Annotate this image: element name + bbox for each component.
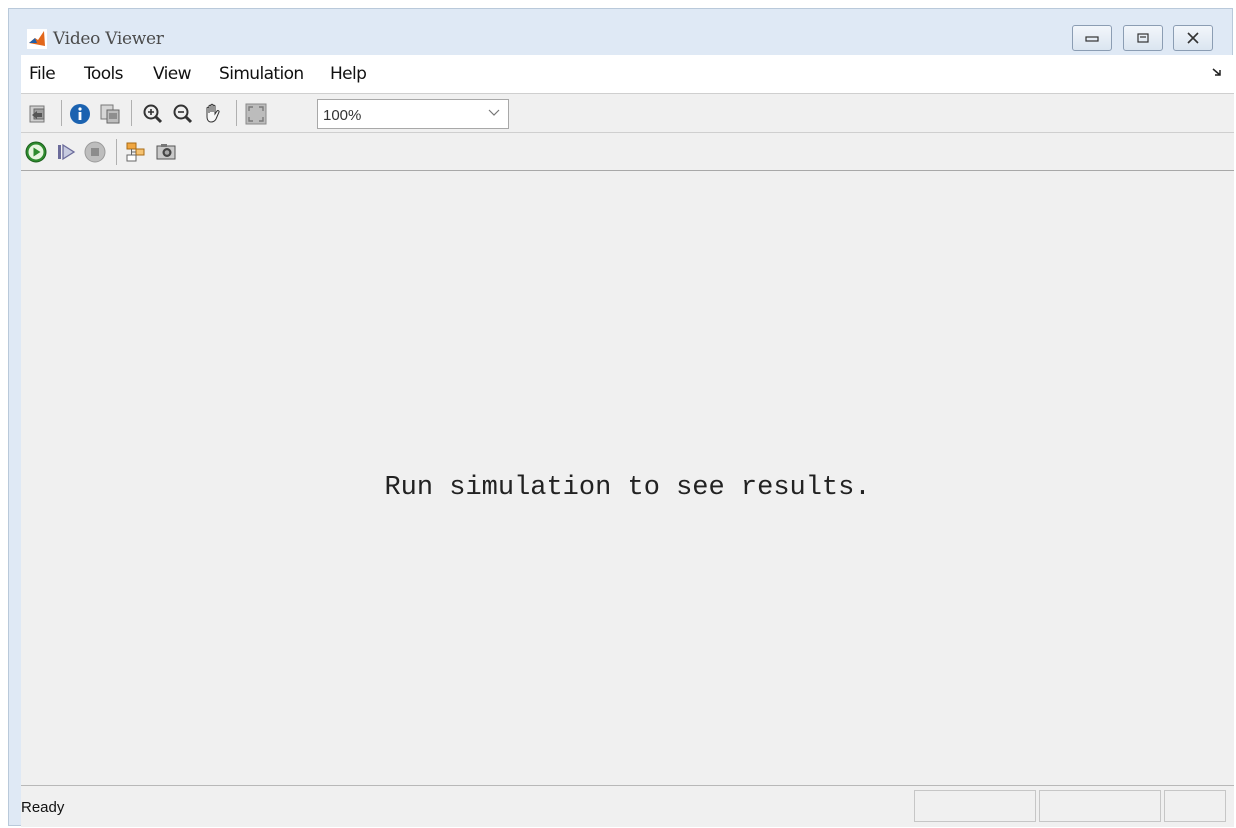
restore-icon	[1137, 33, 1149, 43]
menu-file[interactable]: File	[29, 64, 56, 84]
menu-bar: File Tools View Simulation Help	[21, 55, 1234, 93]
zoom-select[interactable]: 100%	[317, 99, 509, 129]
title-bar[interactable]: Video Viewer	[9, 9, 1232, 55]
fit-to-view-icon[interactable]	[245, 103, 267, 125]
zoom-in-icon[interactable]	[142, 103, 164, 125]
zoom-value: 100%	[323, 107, 362, 124]
close-button[interactable]	[1173, 25, 1213, 51]
toolbar-separator	[61, 100, 62, 126]
highlight-block-icon[interactable]	[125, 141, 147, 163]
status-bar: Ready	[21, 785, 1234, 827]
chevron-down-icon	[488, 109, 500, 116]
maximize-button[interactable]	[1123, 25, 1163, 51]
video-viewer-window: Video Viewer File Tools View Simulation …	[8, 8, 1234, 827]
status-cell	[1039, 790, 1161, 822]
print-icon[interactable]	[27, 103, 49, 125]
step-forward-icon[interactable]	[55, 141, 77, 163]
menu-view[interactable]: View	[153, 64, 192, 84]
export-icon[interactable]	[99, 103, 121, 125]
toolbar-main: 100%	[21, 93, 1234, 133]
toolbar-separator	[116, 139, 117, 165]
zoom-out-icon[interactable]	[172, 103, 194, 125]
toolbar-separator	[236, 100, 237, 126]
menu-simulation[interactable]: Simulation	[219, 64, 304, 84]
undock-arrow-icon[interactable]	[1212, 67, 1222, 77]
pan-hand-icon[interactable]	[202, 102, 224, 124]
status-text: Ready	[21, 799, 65, 816]
stop-icon[interactable]	[84, 141, 106, 163]
menu-tools[interactable]: Tools	[84, 64, 123, 84]
status-cell	[914, 790, 1036, 822]
snapshot-icon[interactable]	[155, 141, 177, 163]
toolbar-separator	[131, 100, 132, 126]
info-icon[interactable]	[69, 103, 91, 125]
minimize-icon	[1085, 36, 1099, 42]
window-title: Video Viewer	[53, 29, 164, 49]
close-icon	[1187, 32, 1199, 44]
run-icon[interactable]	[25, 141, 47, 163]
toolbar-simulation	[21, 133, 1234, 171]
minimize-button[interactable]	[1072, 25, 1112, 51]
video-display-area: Run simulation to see results.	[21, 171, 1234, 785]
status-cell	[1164, 790, 1226, 822]
matlab-logo-icon	[27, 29, 47, 49]
menu-help[interactable]: Help	[330, 64, 367, 84]
run-simulation-message: Run simulation to see results.	[384, 473, 871, 503]
